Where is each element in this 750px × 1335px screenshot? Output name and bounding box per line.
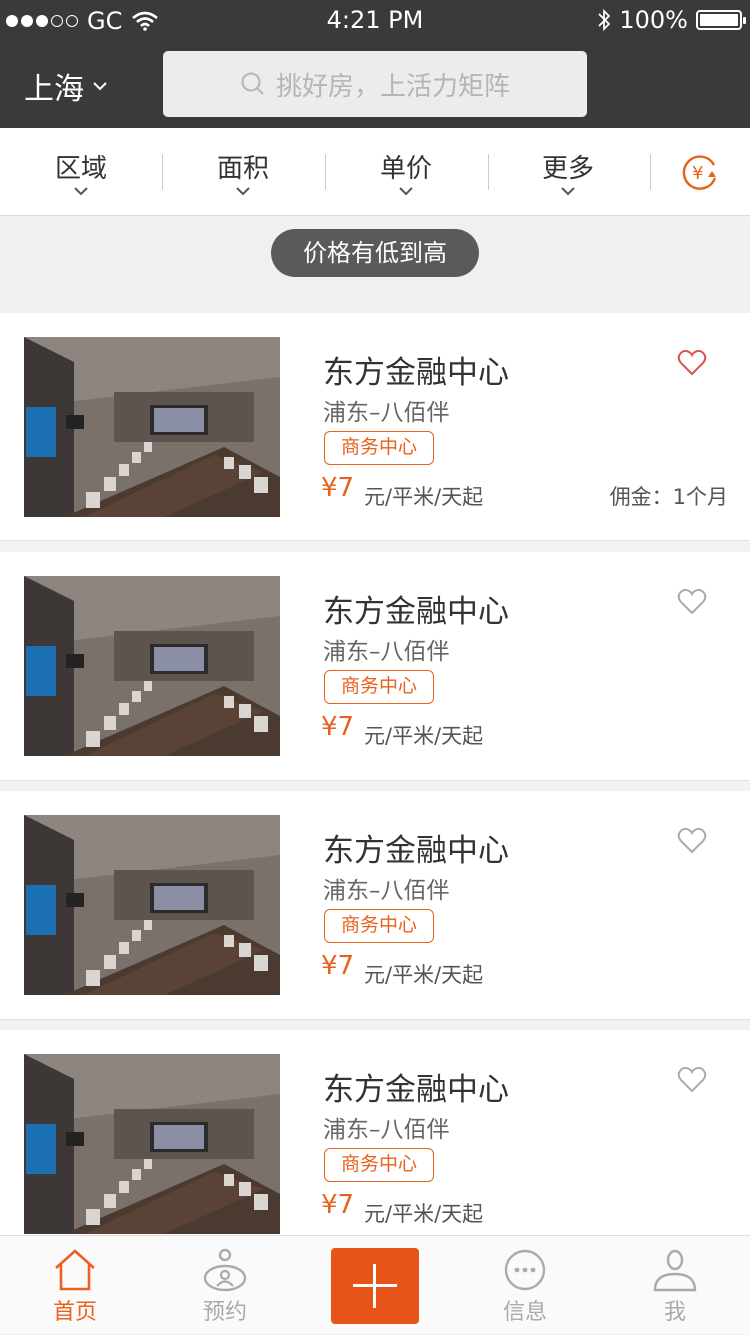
conference-room-image (24, 1054, 280, 1234)
user-icon (653, 1249, 697, 1292)
listing-photo (24, 1054, 280, 1234)
listing-name: 东方金融中心 (323, 594, 509, 630)
add-button[interactable] (331, 1248, 419, 1324)
listing-commission: 佣金：1个月 (609, 485, 728, 509)
filter-bar: 区域 面积 单价 更多 ¥ (0, 128, 750, 216)
filter-size[interactable]: 面积 (162, 128, 324, 216)
listing-tag: 商务中心 (324, 431, 434, 465)
home-icon (55, 1249, 95, 1291)
search-icon (241, 72, 264, 95)
listing-area: 浦东–八佰伴 (323, 400, 450, 426)
chat-icon (504, 1249, 546, 1291)
tab-label: 我 (663, 1300, 686, 1325)
svg-text:¥: ¥ (692, 163, 703, 184)
filter-price[interactable]: 单价 (325, 128, 487, 216)
status-right: 100% (597, 6, 746, 34)
price-sort-icon[interactable]: ¥ (682, 153, 720, 191)
chevron-down-icon (236, 187, 250, 196)
listing-area: 浦东–八佰伴 (323, 639, 450, 665)
tab-label: 预约 (202, 1300, 247, 1325)
listing-price-unit: 元/平米/天起 (364, 1202, 484, 1226)
chevron-down-icon (399, 187, 413, 196)
listing-name: 东方金融中心 (323, 833, 509, 869)
tab-messages[interactable]: 信息 (450, 1236, 600, 1335)
chevron-down-icon (74, 187, 88, 196)
listing-card[interactable]: 东方金融中心 浦东–八佰伴 商务中心 ¥7 元/平米/天起 (0, 1030, 750, 1259)
sort-pill[interactable]: 价格有低到高 (271, 229, 479, 277)
status-bar: GC 4:21 PM 100% (0, 0, 750, 40)
battery-percent: 100% (619, 6, 688, 34)
filter-label: 区域 (54, 154, 107, 184)
booking-icon (203, 1248, 247, 1292)
tab-home[interactable]: 首页 (0, 1236, 150, 1335)
listing-area: 浦东–八佰伴 (323, 878, 450, 904)
tab-me[interactable]: 我 (600, 1236, 750, 1335)
heart-icon[interactable] (677, 1066, 707, 1094)
city-selector[interactable]: 上海 (24, 64, 108, 108)
tab-label: 首页 (52, 1300, 97, 1325)
listing-name: 东方金融中心 (323, 355, 509, 391)
filter-label: 面积 (216, 154, 269, 184)
tab-bar: 首页 预约 信息 我 (0, 1235, 750, 1334)
top-bar: GC 4:21 PM 100% 上海 挑好房，上活力矩阵 (0, 0, 750, 128)
listing-price: ¥7 (321, 473, 355, 503)
battery-icon (696, 10, 746, 30)
search-input[interactable]: 挑好房，上活力矩阵 (163, 51, 587, 117)
heart-icon[interactable] (677, 349, 707, 377)
listing-price: ¥7 (321, 1190, 355, 1220)
listing-card[interactable]: 东方金融中心 浦东–八佰伴 商务中心 ¥7 元/平米/天起 (0, 552, 750, 781)
chevron-down-icon (93, 82, 107, 91)
listing-price: ¥7 (321, 951, 355, 981)
listing-photo (24, 576, 280, 756)
heart-icon[interactable] (677, 827, 707, 855)
sort-bar: 价格有低到高 (0, 217, 750, 313)
city-label: 上海 (24, 72, 84, 107)
conference-room-image (24, 576, 280, 756)
chevron-down-icon (561, 187, 575, 196)
tab-booking[interactable]: 预约 (150, 1236, 300, 1335)
listing-price-unit: 元/平米/天起 (364, 724, 484, 748)
bluetooth-icon (598, 8, 611, 32)
listing-area: 浦东–八佰伴 (323, 1117, 450, 1143)
listing-photo (24, 815, 280, 995)
filter-label: 单价 (379, 154, 432, 184)
search-placeholder: 挑好房，上活力矩阵 (275, 71, 510, 102)
listing-tag: 商务中心 (324, 1148, 434, 1182)
filter-district[interactable]: 区域 (0, 128, 162, 216)
listing-price-unit: 元/平米/天起 (364, 963, 484, 987)
listing-tag: 商务中心 (324, 909, 434, 943)
listing-tag: 商务中心 (324, 670, 434, 704)
divider (650, 154, 651, 190)
filter-more[interactable]: 更多 (487, 128, 649, 216)
conference-room-image (24, 337, 280, 517)
filter-label: 更多 (541, 154, 594, 184)
conference-room-image (24, 815, 280, 995)
listing-name: 东方金融中心 (323, 1072, 509, 1108)
listing-price-unit: 元/平米/天起 (364, 485, 484, 509)
heart-icon[interactable] (677, 588, 707, 616)
listing-price: ¥7 (321, 712, 355, 742)
tab-label: 信息 (502, 1300, 547, 1325)
listing-card[interactable]: 东方金融中心 浦东–八佰伴 商务中心 ¥7 元/平米/天起 (0, 791, 750, 1020)
listing-photo (24, 337, 280, 517)
listing-card[interactable]: 东方金融中心 浦东–八佰伴 商务中心 ¥7 元/平米/天起 佣金：1个月 (0, 313, 750, 541)
